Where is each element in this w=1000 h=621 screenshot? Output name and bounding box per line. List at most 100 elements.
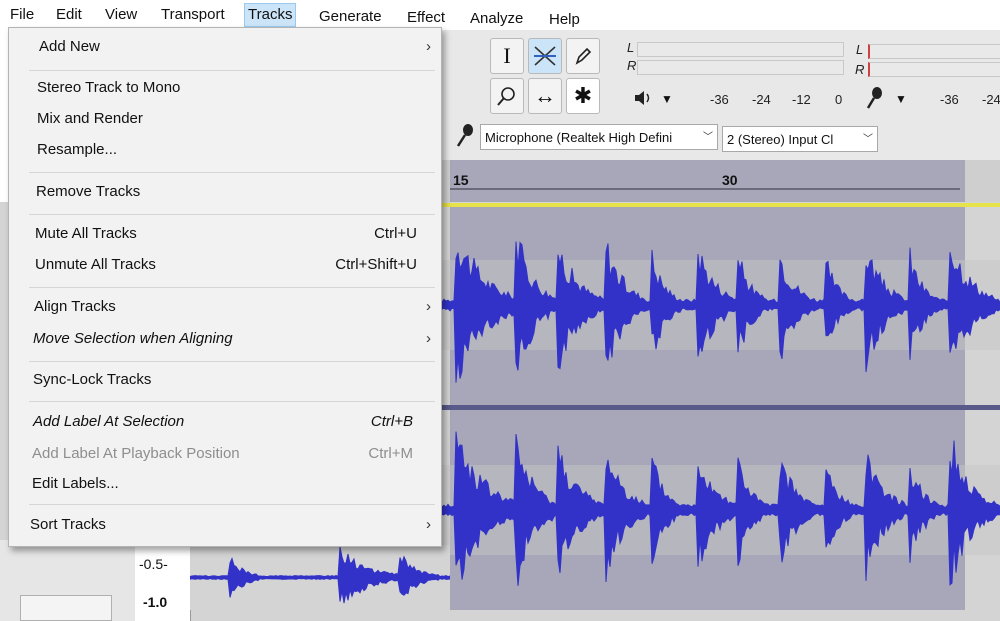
menu-generate[interactable]: Generate [316, 6, 385, 28]
pencil-icon [575, 47, 592, 65]
menu-item-edit-labels[interactable]: Edit Labels... [9, 471, 441, 497]
menu-separator [29, 401, 435, 402]
menu-separator [29, 361, 435, 362]
menu-item-sync-lock[interactable]: Sync-Lock Tracks [9, 367, 441, 393]
menu-item-label: Mute All Tracks [35, 225, 137, 242]
track-divider [440, 405, 1000, 410]
menu-help[interactable]: Help [546, 9, 583, 31]
selection-tool-icon: I [503, 43, 511, 68]
menu-item-label: Sort Tracks [30, 516, 106, 533]
menu-tracks[interactable]: Tracks [244, 3, 297, 27]
menu-item-shortcut: Ctrl+Shift+U [335, 256, 417, 273]
waveform-left-fragment[interactable] [190, 545, 450, 610]
meter-scale-36: -36 [710, 92, 729, 107]
menu-file[interactable]: File [7, 4, 37, 26]
chevron-down-icon: ﹀ [863, 134, 873, 145]
input-channels-value: 2 (Stereo) Input Cl [727, 132, 834, 147]
menu-item-add-label-playback[interactable]: Add Label At Playback Position Ctrl+M [9, 441, 441, 467]
menu-item-align-tracks[interactable]: Align Tracks › [9, 294, 441, 320]
menu-separator [29, 287, 435, 288]
envelope-tool-button[interactable] [528, 38, 562, 74]
record-meter-left-label: L [856, 42, 864, 57]
rec-meter-scale-24: -24 [982, 92, 1000, 107]
menu-item-label: Align Tracks [34, 298, 116, 315]
menu-edit[interactable]: Edit [53, 4, 85, 26]
menu-item-label: Remove Tracks [36, 183, 141, 200]
scale-label-minus-one: -1.0 [143, 594, 168, 610]
zoom-icon [497, 87, 515, 106]
menu-item-shortcut: Ctrl+B [370, 413, 413, 430]
input-device-select[interactable]: Microphone (Realtek High Defini ﹀ [480, 124, 718, 150]
draw-tool-button[interactable] [566, 38, 600, 74]
menu-item-label: Move Selection when Aligning [33, 330, 233, 347]
submenu-arrow-icon: › [426, 298, 431, 315]
waveform-left-channel[interactable] [440, 205, 1000, 405]
menu-item-label: Mix and Render [37, 110, 143, 127]
microphone-icon[interactable] [864, 86, 886, 110]
menu-transport[interactable]: Transport [158, 4, 228, 26]
menu-item-move-selection-aligning[interactable]: Move Selection when Aligning › [9, 326, 441, 352]
menu-item-label: Unmute All Tracks [35, 256, 156, 273]
record-meter-right[interactable] [868, 62, 1000, 77]
menu-separator [29, 214, 435, 215]
menu-item-shortcut: Ctrl+M [368, 445, 413, 462]
record-meter-right-label: R [855, 62, 865, 77]
menu-item-mix-and-render[interactable]: Mix and Render [9, 106, 441, 132]
meter-scale-0: 0 [835, 92, 843, 107]
multi-tool-button[interactable]: ✱ [566, 78, 600, 114]
ruler-line [450, 188, 960, 190]
ruler-tick-30: 30 [722, 172, 738, 188]
multi-tool-icon: ✱ [573, 83, 593, 108]
menu-item-label: Add Label At Playback Position [32, 445, 240, 462]
menu-view[interactable]: View [102, 4, 140, 26]
submenu-arrow-icon: › [426, 38, 431, 55]
vertical-scale[interactable]: -0.5- -1.0 [135, 540, 191, 621]
waveform-right-channel[interactable] [440, 410, 1000, 610]
selection-tool-button[interactable]: I [490, 38, 524, 74]
record-meter-dropdown-icon[interactable]: ▼ [895, 92, 907, 106]
input-channels-select[interactable]: 2 (Stereo) Input Cl ﹀ [722, 126, 878, 152]
menu-item-resample[interactable]: Resample... [9, 137, 441, 163]
menu-item-unmute-all[interactable]: Unmute All Tracks Ctrl+Shift+U [9, 252, 441, 278]
track-top-border [440, 203, 1000, 207]
submenu-arrow-icon: › [426, 330, 431, 347]
menu-item-stereo-to-mono[interactable]: Stereo Track to Mono [9, 75, 441, 101]
menu-item-sort-tracks[interactable]: Sort Tracks › [9, 512, 441, 538]
timeshift-icon: ↔ [534, 83, 556, 108]
menu-item-mute-all[interactable]: Mute All Tracks Ctrl+U [9, 221, 441, 247]
menu-effect[interactable]: Effect [404, 7, 448, 29]
playback-meter-left-label: L [627, 40, 635, 55]
playback-meter-right[interactable] [637, 60, 844, 75]
menu-item-add-label-selection[interactable]: Add Label At Selection Ctrl+B [9, 409, 441, 435]
speaker-icon[interactable] [633, 88, 655, 108]
meter-scale-24: -24 [752, 92, 771, 107]
track-button[interactable] [20, 595, 112, 621]
record-meter-left[interactable] [868, 44, 1000, 59]
menu-separator [29, 172, 435, 173]
menu-separator [29, 504, 435, 505]
menu-item-label: Add New [39, 38, 100, 55]
menu-analyze[interactable]: Analyze [467, 8, 526, 30]
input-device-value: Microphone (Realtek High Defini [485, 130, 673, 145]
menu-item-label: Add Label At Selection [33, 413, 185, 430]
menu-item-label: Sync-Lock Tracks [33, 371, 152, 388]
zoom-tool-button[interactable] [490, 78, 524, 114]
menu-item-label: Stereo Track to Mono [37, 79, 181, 96]
menu-item-label: Resample... [37, 141, 118, 158]
timeshift-tool-button[interactable]: ↔ [528, 78, 562, 114]
menu-item-add-new[interactable]: Add New › [9, 34, 441, 60]
menu-separator [29, 70, 435, 71]
tracks-menu: Add New › Stereo Track to Mono Mix and R… [8, 27, 442, 547]
menu-item-remove-tracks[interactable]: Remove Tracks [9, 179, 441, 205]
ruler-tick-15: 15 [453, 172, 469, 188]
submenu-arrow-icon: › [426, 516, 431, 533]
ruler-selection [450, 160, 965, 202]
scale-label-minus-half: -0.5- [139, 556, 168, 572]
device-microphone-icon [456, 124, 473, 147]
menu-item-label: Edit Labels... [32, 475, 119, 492]
meter-scale-12: -12 [792, 92, 811, 107]
menu-item-shortcut: Ctrl+U [374, 225, 417, 242]
rec-meter-scale-36: -36 [940, 92, 959, 107]
playback-meter-left[interactable] [637, 42, 844, 57]
playback-meter-dropdown-icon[interactable]: ▼ [661, 92, 673, 106]
